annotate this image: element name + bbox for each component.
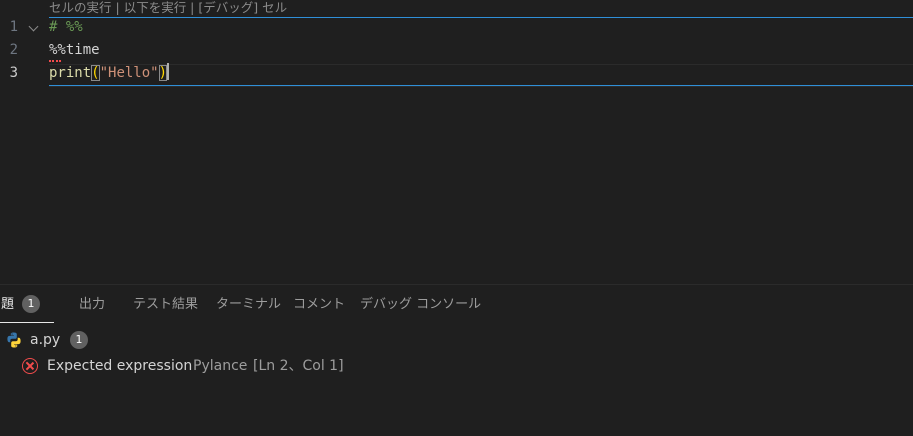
code-line-1[interactable]: 1 # %% xyxy=(0,16,913,39)
panel-tabs: 問題 1 出力 テスト結果 ターミナル コメント デバッグ コンソール xyxy=(0,285,913,325)
editor[interactable]: セルの実行 | 以下を実行 | [デバッグ] セル 1 # %% 2 %%tim… xyxy=(0,0,913,284)
tab-test-results[interactable]: テスト結果 xyxy=(133,285,198,325)
error-icon xyxy=(22,358,38,374)
line-number: 2 xyxy=(9,42,18,58)
tab-label: コメント xyxy=(293,297,346,312)
debug-cell-link[interactable]: [デバッグ] セル xyxy=(198,0,287,15)
file-name: a.py xyxy=(30,332,61,348)
problem-location: [Ln 2、Col 1] xyxy=(253,358,344,374)
tab-terminal[interactable]: ターミナル xyxy=(216,285,281,325)
problem-source: Pylance xyxy=(193,358,248,374)
run-below-link[interactable]: 以下を実行 xyxy=(124,0,187,15)
tab-label: 問題 xyxy=(0,297,15,312)
problem-message: Expected expression xyxy=(47,358,193,374)
active-tab-indicator xyxy=(0,322,54,323)
tab-debug-console[interactable]: デバッグ コンソール xyxy=(360,285,481,325)
tab-output[interactable]: 出力 xyxy=(79,285,105,325)
codelens-separator: | xyxy=(111,0,124,15)
problem-item[interactable]: Expected expression Pylance [Ln 2、Col 1] xyxy=(0,355,913,377)
cell-codelens: セルの実行 | 以下を実行 | [デバッグ] セル xyxy=(49,0,287,17)
tab-label: デバッグ コンソール xyxy=(360,297,482,312)
tab-label: テスト結果 xyxy=(133,297,199,312)
problem-file-row[interactable]: a.py 1 xyxy=(0,329,913,351)
line-number: 3 xyxy=(9,65,18,81)
code-text: print("Hello") xyxy=(49,62,170,85)
code-line-3[interactable]: 3 print("Hello") xyxy=(0,62,913,85)
open-paren-token: ( xyxy=(91,65,100,81)
line-number: 1 xyxy=(9,19,18,35)
bottom-panel: 問題 1 出力 テスト結果 ターミナル コメント デバッグ コンソール a.py … xyxy=(0,284,913,436)
fold-chevron-icon[interactable] xyxy=(28,21,39,32)
tab-label: ターミナル xyxy=(216,297,282,312)
codelens-separator: | xyxy=(186,0,199,15)
tab-problems[interactable]: 問題 1 xyxy=(0,285,41,325)
code-text: # %% xyxy=(49,19,83,35)
text-cursor xyxy=(167,63,170,80)
function-token: print xyxy=(49,65,92,81)
problems-count-badge: 1 xyxy=(22,294,41,313)
file-problem-count-badge: 1 xyxy=(70,331,88,349)
run-cell-link[interactable]: セルの実行 xyxy=(49,0,112,15)
code-line-2[interactable]: 2 %%time xyxy=(0,39,913,62)
close-paren-token: ) xyxy=(158,65,168,81)
string-token: "Hello" xyxy=(99,65,159,81)
tab-label: 出力 xyxy=(79,297,106,312)
cell-bottom-border xyxy=(49,85,913,86)
python-icon xyxy=(7,332,21,348)
tab-comments[interactable]: コメント xyxy=(293,285,345,325)
